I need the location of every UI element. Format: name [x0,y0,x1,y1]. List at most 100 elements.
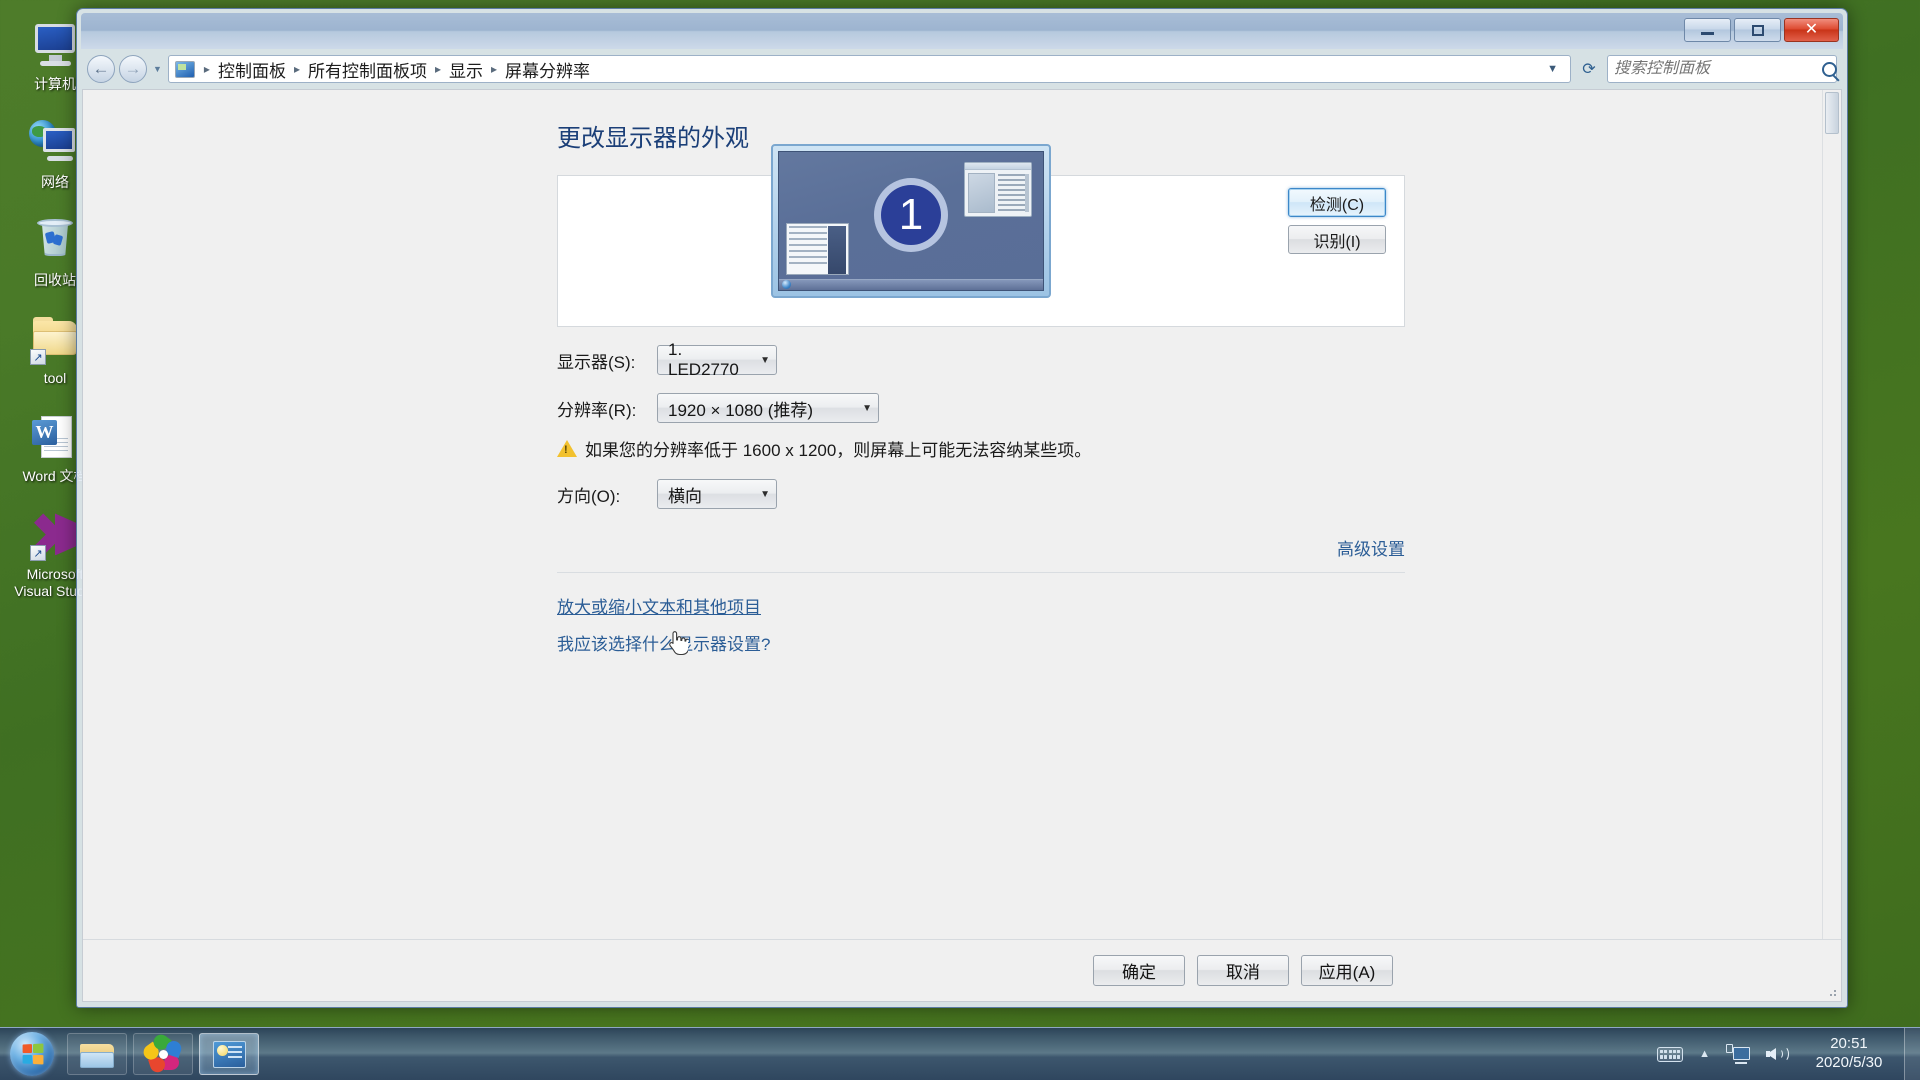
monitor-number-badge: 1 [874,178,948,253]
maximize-button[interactable] [1734,18,1781,42]
folder-icon [80,1041,114,1068]
chevron-down-icon: ▼ [760,488,770,500]
advanced-settings-link[interactable]: 高级设置 [1337,535,1405,560]
clock-date: 2020/5/30 [1815,1054,1883,1071]
identify-button[interactable]: 识别(I) [1288,225,1386,254]
dialog-buttons: 确定 取消 应用(A) [83,939,1841,1001]
resolution-select[interactable]: 1920 × 1080 (推荐) ▼ [657,393,879,423]
orientation-select[interactable]: 横向 ▼ [657,479,777,509]
ime-keyboard-icon[interactable] [1657,1046,1684,1062]
search-icon [1822,61,1837,77]
breadcrumb-item-0[interactable]: 控制面板 [215,56,289,82]
monitor-preview-panel: 1 检测(C) 识别(I) [557,144,1405,327]
breadcrumb-item-2[interactable]: 显示 [446,56,486,82]
desktop-icon-label: 计算机 [34,76,76,92]
preview-action-buttons: 检测(C) 识别(I) [1288,188,1386,254]
monitor-label: 显示器(S): [557,352,636,372]
forward-button[interactable]: → [119,55,147,83]
chevron-down-icon: ▼ [760,354,770,366]
address-bar: ← → ▼ ▸ 控制面板 ▸ 所有控制面板项 ▸ 显示 ▸ 屏幕分辨率 ▼ ⟳ [81,49,1843,89]
close-icon: ✕ [1804,21,1819,38]
cancel-button[interactable]: 取消 [1197,955,1289,986]
help-links: 放大或缩小文本和其他项目 我应该选择什么显示器设置? [557,593,1417,655]
detect-button[interactable]: 检测(C) [1288,188,1386,217]
screen-resolution-window: ✕ ← → ▼ ▸ 控制面板 ▸ 所有控制面板项 ▸ 显示 ▸ 屏幕分辨率 ▼ … [76,8,1848,1008]
back-button[interactable]: ← [87,55,115,83]
preview-start-menu-mockup [786,223,849,275]
start-button[interactable] [3,1029,61,1079]
breadcrumb-item-1[interactable]: 所有控制面板项 [305,56,430,82]
breadcrumb-history-chevron-icon[interactable]: ▼ [1541,63,1564,75]
breadcrumb-separator: ▸ [434,62,442,76]
window-controls: ✕ [1684,18,1839,42]
breadcrumb-item-3[interactable]: 屏幕分辨率 [502,56,593,82]
preview-start-orb-icon [782,280,791,289]
breadcrumb-separator: ▸ [203,62,210,76]
main-pane: 更改显示器的外观 1 检测(C) 识别(I) 显示器(S): 1. LED277… [83,90,1822,939]
breadcrumb-separator: ▸ [293,62,300,76]
monitor-preview[interactable]: 1 [771,144,1051,298]
resolution-row: 分辨率(R): 1920 × 1080 (推荐) ▼ [557,393,1417,423]
computer-icon [29,20,81,72]
resolution-warning: 如果您的分辨率低于 1600 x 1200，则屏幕上可能无法容纳某些项。 [557,436,1417,461]
resolution-label: 分辨率(R): [557,400,637,420]
display-settings-icon [212,1040,246,1068]
taskbar-item-screen-resolution[interactable] [199,1033,259,1075]
resize-grip[interactable] [1825,985,1838,998]
minimize-button[interactable] [1684,18,1731,42]
shortcut-arrow-icon: ↗ [30,349,46,366]
breadcrumb[interactable]: ▸ 控制面板 ▸ 所有控制面板项 ▸ 显示 ▸ 屏幕分辨率 ▼ [167,55,1571,83]
desktop-icon-label: tool [43,370,67,387]
windows-logo-icon [10,1032,54,1076]
apply-button[interactable]: 应用(A) [1301,955,1393,986]
taskbar-item-windows-explorer[interactable] [67,1033,127,1075]
taskbar-item-browser[interactable] [133,1031,193,1075]
shortcut-arrow-icon: ↗ [30,545,46,562]
network-icon [29,118,81,170]
preview-taskbar-mockup [779,279,1043,290]
desktop-icon-label: 网络 [41,174,69,191]
advanced-settings-row: 高级设置 [557,535,1405,573]
folder-shortcut-icon: ↗ [29,314,81,366]
close-button[interactable]: ✕ [1784,18,1839,42]
warning-icon [557,440,577,457]
warning-text: 如果您的分辨率低于 1600 x 1200，则屏幕上可能无法容纳某些项。 [585,441,1092,460]
minimize-icon [1701,32,1714,35]
content-area: 更改显示器的外观 1 检测(C) 识别(I) 显示器(S): 1. LED277… [82,89,1842,1002]
search-input[interactable] [1614,60,1822,78]
maximize-icon [1751,24,1764,36]
show-desktop-button[interactable] [1904,1027,1920,1080]
monitor-select[interactable]: 1. LED2770 ▼ [657,340,777,379]
volume-icon[interactable] [1766,1044,1790,1064]
orientation-select-value: 横向 [668,486,702,506]
recycle-bin-icon [29,216,81,268]
resolution-select-value: 1920 × 1080 (推荐) [668,400,814,420]
monitor-screen: 1 [778,151,1044,291]
vertical-scrollbar[interactable] [1822,90,1841,939]
system-tray: ▲ 20:51 2020/5/30 [1657,1035,1904,1073]
title-bar[interactable]: ✕ [81,13,1843,49]
visual-studio-icon: ↗ [29,510,81,562]
word-document-icon: W [29,412,81,464]
pinwheel-browser-icon [140,1031,184,1075]
scrollbar-thumb[interactable] [1825,92,1839,134]
search-box[interactable] [1607,55,1837,83]
preview-window-mockup [964,162,1032,217]
orientation-row: 方向(O): 横向 ▼ [557,479,1417,509]
monitor-row: 显示器(S): 1. LED2770 ▼ [557,340,1417,379]
chevron-down-icon: ▼ [862,402,872,414]
monitor-select-value: 1. LED2770 [668,340,739,379]
desktop-icon-label: 回收站 [34,272,76,289]
resize-text-link[interactable]: 放大或缩小文本和其他项目 [557,593,761,618]
network-icon[interactable] [1726,1044,1750,1064]
scroll-region: 更改显示器的外观 1 检测(C) 识别(I) 显示器(S): 1. LED277… [83,90,1841,939]
ok-button[interactable]: 确定 [1093,955,1185,986]
recent-pages-dropdown-icon[interactable]: ▼ [153,64,162,74]
show-hidden-icons-icon[interactable]: ▲ [1699,1048,1710,1060]
refresh-button[interactable]: ⟳ [1575,56,1603,82]
clock[interactable]: 20:51 2020/5/30 [1806,1035,1892,1073]
clock-time: 20:51 [1830,1035,1868,1053]
display-settings-help-link[interactable]: 我应该选择什么显示器设置? [557,630,770,655]
breadcrumb-separator: ▸ [491,62,498,76]
control-panel-icon [174,60,195,78]
